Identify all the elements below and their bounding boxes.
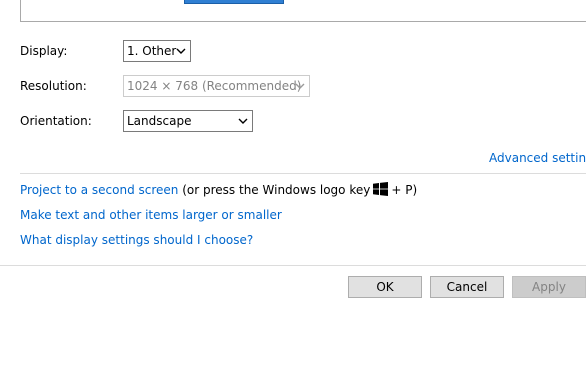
chevron-down-icon bbox=[294, 76, 306, 96]
project-second-screen-link[interactable]: Project to a second screen bbox=[20, 183, 178, 197]
display-select-value: 1. Other bbox=[127, 44, 177, 58]
monitor-tile[interactable] bbox=[184, 0, 284, 4]
orientation-select[interactable]: Landscape bbox=[123, 110, 253, 132]
apply-button: Apply bbox=[512, 276, 586, 298]
resolution-select: 1024 × 768 (Recommended) bbox=[123, 75, 310, 97]
display-label: Display: bbox=[20, 44, 68, 58]
monitor-preview-area bbox=[20, 0, 586, 22]
footer-divider bbox=[0, 265, 586, 266]
windows-logo-icon bbox=[373, 182, 389, 200]
advanced-settings-link[interactable]: Advanced settings bbox=[489, 150, 586, 166]
orientation-select-value: Landscape bbox=[127, 114, 192, 128]
chevron-down-icon bbox=[175, 41, 187, 61]
ok-button[interactable]: OK bbox=[348, 276, 422, 298]
section-divider bbox=[20, 173, 586, 174]
project-hint-text: (or press the Windows logo key bbox=[182, 183, 371, 197]
project-line: Project to a second screen (or press the… bbox=[20, 182, 417, 200]
make-text-larger-link[interactable]: Make text and other items larger or smal… bbox=[20, 207, 282, 223]
display-select[interactable]: 1. Other bbox=[123, 40, 191, 62]
orientation-label: Orientation: bbox=[20, 114, 92, 128]
chevron-down-icon bbox=[237, 111, 249, 131]
project-hint-suffix: + P) bbox=[391, 183, 418, 197]
display-settings-help-link[interactable]: What display settings should I choose? bbox=[20, 232, 253, 248]
cancel-button[interactable]: Cancel bbox=[430, 276, 504, 298]
resolution-select-value: 1024 × 768 (Recommended) bbox=[127, 79, 302, 93]
resolution-label: Resolution: bbox=[20, 79, 87, 93]
